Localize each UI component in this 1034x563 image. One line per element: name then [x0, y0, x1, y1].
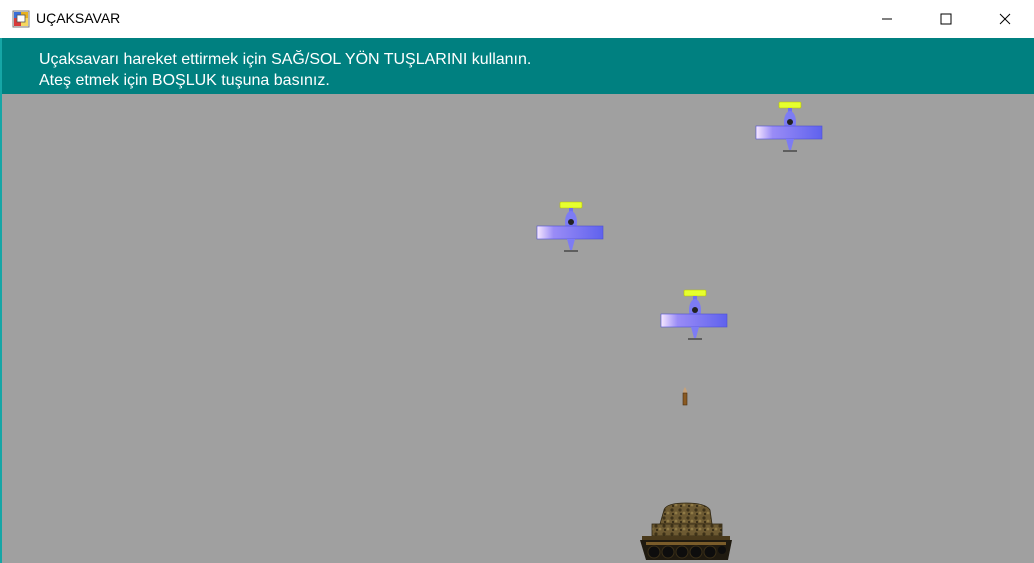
app-icon[interactable]: [12, 10, 30, 28]
title-bar: UÇAKSAVAR: [0, 0, 1034, 38]
plane-icon: [536, 201, 604, 252]
game-field[interactable]: Uçaksavarı hareket ettirmek için SAĞ/SOL…: [2, 38, 1034, 563]
instruction-fire: Ateş etmek için BOŞLUK tuşuna basınız.: [39, 72, 330, 89]
bullet-icon: [682, 387, 688, 406]
tank-icon[interactable]: [638, 500, 734, 563]
instruction-move: Uçaksavarı hareket ettirmek için SAĞ/SOL…: [39, 51, 532, 68]
maximize-button[interactable]: [923, 0, 969, 38]
maximize-icon: [940, 13, 952, 25]
close-button[interactable]: [982, 0, 1028, 38]
plane-icon: [755, 101, 823, 152]
plane-icon: [660, 289, 728, 340]
window-title: UÇAKSAVAR: [36, 10, 121, 26]
minimize-button[interactable]: [864, 0, 910, 38]
minimize-icon: [882, 18, 892, 20]
close-icon: [999, 13, 1011, 25]
instructions-banner: Uçaksavarı hareket ettirmek için SAĞ/SOL…: [2, 38, 1034, 94]
